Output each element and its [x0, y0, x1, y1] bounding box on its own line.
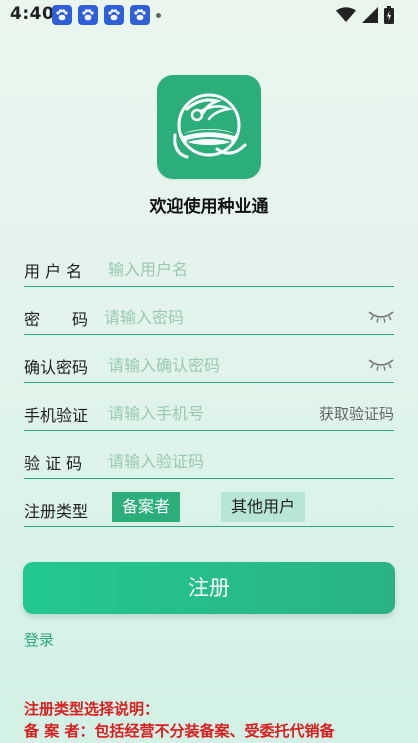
register-type-note-title: 注册类型选择说明：	[24, 700, 160, 718]
password-row: 密 码	[24, 300, 394, 335]
status-bar: 4:40	[0, 0, 418, 30]
password-label: 密 码	[24, 310, 89, 329]
register-type-note-line: 备 案 者：包括经营不分装备案、受委托代销备	[24, 722, 335, 740]
confirm-password-row: 确认密码	[24, 348, 394, 383]
cell-signal-icon	[362, 7, 378, 23]
eye-closed-icon[interactable]	[368, 356, 394, 372]
baidu-paw-icon	[130, 5, 150, 25]
system-icons	[336, 6, 394, 24]
username-label: 用 户 名	[24, 262, 83, 281]
register-button[interactable]: 注册	[23, 562, 395, 614]
code-input[interactable]	[108, 446, 328, 476]
more-notifications-dot-icon	[156, 13, 161, 18]
baidu-paw-icon	[104, 5, 124, 25]
register-type-row: 注册类型 备案者 其他用户	[24, 492, 394, 527]
register-type-label: 注册类型	[24, 502, 89, 521]
code-row: 验 证 码	[24, 444, 394, 479]
username-input[interactable]	[108, 254, 328, 284]
get-code-button[interactable]: 获取验证码	[319, 403, 394, 424]
register-type-option-filer[interactable]: 备案者	[112, 492, 181, 522]
phone-input[interactable]	[108, 398, 298, 428]
username-row: 用 户 名	[24, 252, 394, 287]
password-input[interactable]	[104, 302, 324, 332]
register-type-option-other[interactable]: 其他用户	[221, 492, 306, 522]
baidu-paw-icon	[52, 5, 72, 25]
app-logo-icon	[157, 75, 261, 179]
confirm-password-label: 确认密码	[24, 358, 89, 377]
battery-icon	[384, 6, 394, 24]
confirm-password-input[interactable]	[108, 350, 328, 380]
baidu-paw-icon	[78, 5, 98, 25]
app-title: 欢迎使用种业通	[149, 197, 269, 217]
status-time: 4:40	[10, 4, 55, 24]
phone-label: 手机验证	[24, 406, 89, 425]
code-label: 验 证 码	[24, 454, 83, 473]
eye-closed-icon[interactable]	[368, 308, 394, 324]
phone-row: 手机验证 获取验证码	[24, 396, 394, 431]
login-link[interactable]: 登录	[24, 629, 54, 650]
wifi-icon	[336, 7, 356, 22]
notification-icons	[52, 5, 150, 25]
